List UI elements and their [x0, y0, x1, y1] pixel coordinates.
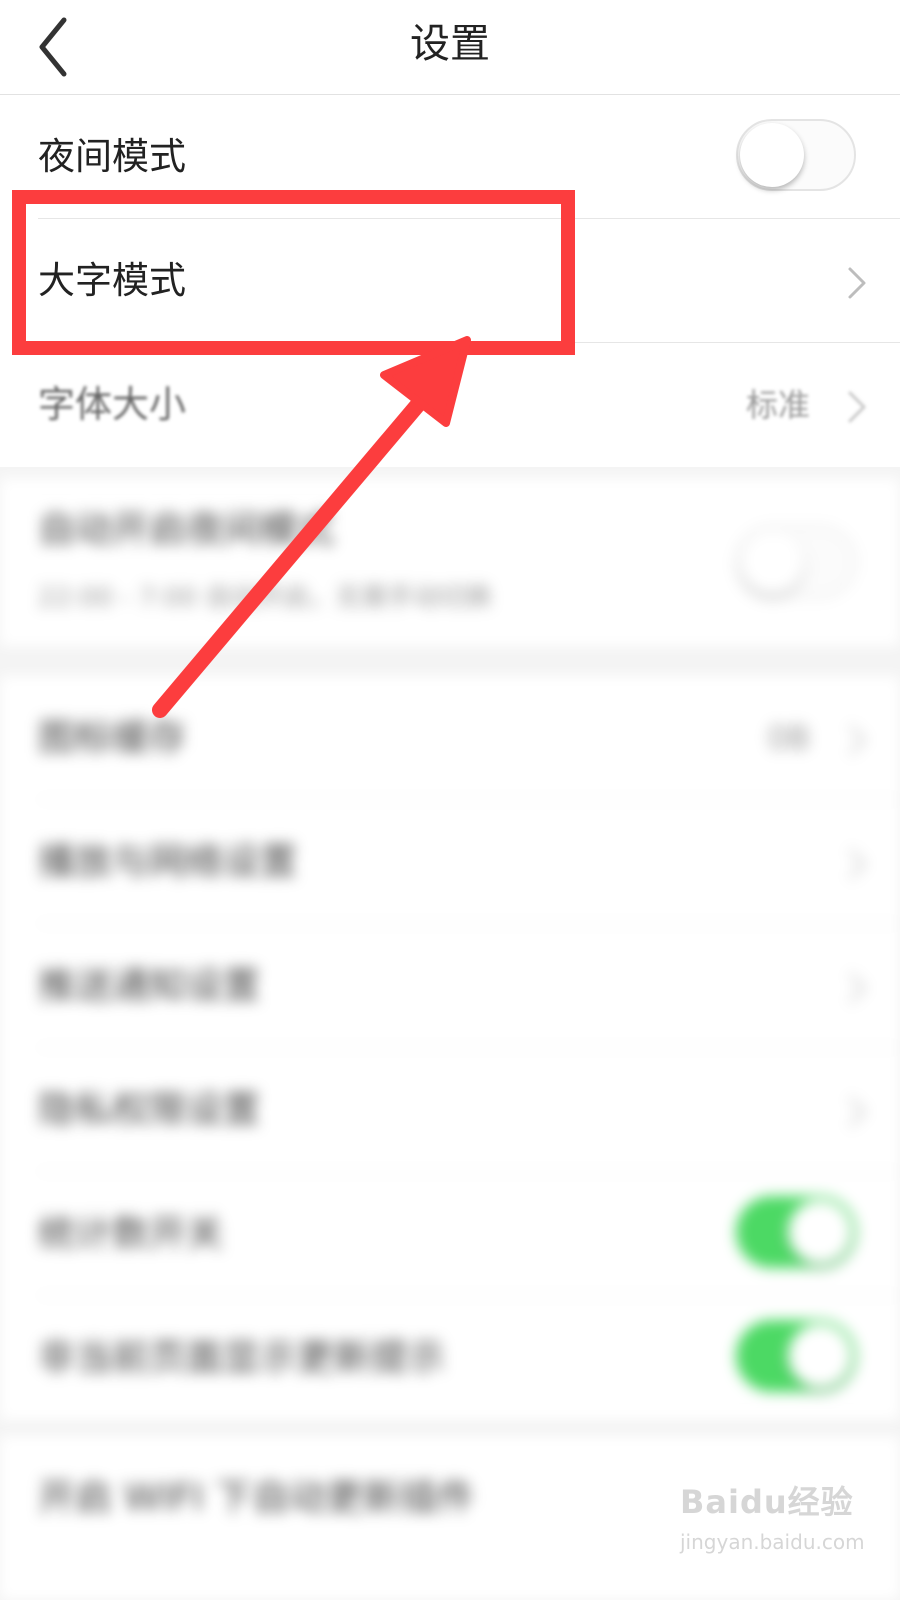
toggle-knob [740, 123, 804, 187]
chevron-right-icon [848, 724, 867, 756]
toggle-knob [788, 1200, 852, 1264]
chevron-right-icon [848, 391, 866, 423]
toggle-knob [788, 1324, 852, 1388]
update-hint-toggle[interactable] [736, 1320, 856, 1392]
top-nav-bar: 设置 [0, 0, 900, 95]
chevron-right-icon [848, 848, 867, 880]
setting-row-update-hint[interactable]: 非当前页面显示更新提示 [0, 1296, 900, 1420]
setting-row-stats[interactable]: 统计数开关 [0, 1172, 900, 1296]
setting-row-cache[interactable]: 图标缓存 0B [0, 676, 900, 800]
setting-label: 图标缓存 [38, 716, 186, 759]
night-mode-toggle[interactable] [736, 119, 856, 191]
setting-label: 隐私权限设置 [38, 1088, 260, 1131]
watermark-url: jingyan.baidu.com [680, 1530, 865, 1554]
setting-label: 开启 WIFI 下自动更新插件 [38, 1476, 475, 1519]
setting-row-playback[interactable]: 播放与网络设置 [0, 800, 900, 924]
chevron-right-icon [848, 972, 867, 1004]
setting-label: 推送通知设置 [38, 964, 260, 1007]
auto-night-toggle[interactable] [736, 526, 856, 598]
setting-row-font-size[interactable]: 字体大小 标准 [0, 343, 900, 467]
setting-label: 非当前页面显示更新提示 [38, 1336, 445, 1379]
baidu-jingyan-watermark: Baidu经验 jingyan.baidu.com [680, 1480, 880, 1570]
settings-group-display: 夜间模式 大字模式 字体大小 标准 [0, 95, 900, 467]
setting-label: 自动开启夜间模式 [38, 508, 334, 551]
toggle-knob [740, 530, 804, 594]
chevron-right-icon [848, 267, 866, 299]
setting-subtitle: 22:00 - 7:00 自动开启，无需手动切换 [38, 583, 492, 613]
setting-value: 标准 [745, 386, 810, 424]
setting-label: 夜间模式 [38, 135, 186, 178]
setting-row-privacy[interactable]: 隐私权限设置 [0, 1048, 900, 1172]
watermark-logo: Baidu经验 [680, 1483, 854, 1521]
setting-label: 字体大小 [38, 383, 186, 426]
settings-group-auto-night: 自动开启夜间模式 22:00 - 7:00 自动开启，无需手动切换 [0, 478, 900, 646]
setting-row-large-text-mode[interactable]: 大字模式 [0, 219, 900, 343]
setting-row-auto-night-mode[interactable]: 自动开启夜间模式 22:00 - 7:00 自动开启，无需手动切换 [0, 478, 900, 646]
page-title: 设置 [410, 21, 490, 67]
setting-row-night-mode[interactable]: 夜间模式 [0, 95, 900, 219]
settings-group-general: 图标缓存 0B 播放与网络设置 推送通知设置 隐私权限设置 统计数开关 非当前页… [0, 676, 900, 1420]
setting-label: 统计数开关 [38, 1212, 223, 1255]
setting-value: 0B [767, 719, 810, 757]
chevron-right-icon [848, 1096, 867, 1128]
setting-label: 播放与网络设置 [38, 840, 297, 883]
setting-row-push[interactable]: 推送通知设置 [0, 924, 900, 1048]
setting-label: 大字模式 [38, 259, 186, 302]
stats-toggle[interactable] [736, 1196, 856, 1268]
